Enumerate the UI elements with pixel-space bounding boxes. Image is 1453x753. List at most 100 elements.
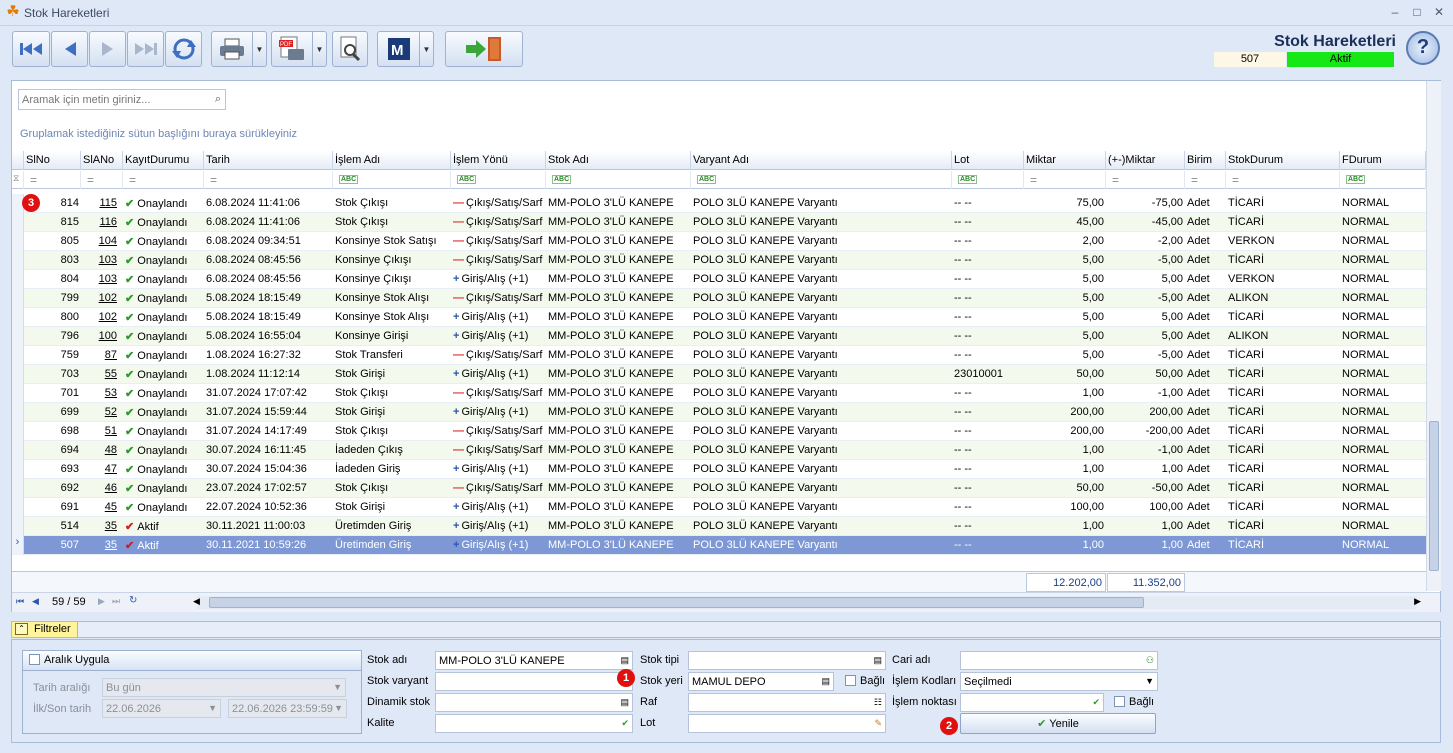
islem-noktasi-input[interactable]: ✔ <box>960 693 1104 712</box>
cell-text[interactable]: 104 <box>99 235 117 247</box>
people-icon[interactable]: ⚇ <box>1146 655 1154 666</box>
islem-kodlari-select[interactable]: Seçilmedi ▼ <box>960 672 1158 691</box>
column-header-miktar[interactable]: Miktar <box>1024 151 1106 170</box>
islem-noktasi-bagli-checkbox[interactable] <box>1114 696 1125 707</box>
cell-text[interactable]: 100 <box>99 330 117 342</box>
table-row[interactable]: 699 52 ✔ Onaylandı 31.07.2024 15:59:44 Stok … <box>12 403 1426 422</box>
cell-slano[interactable]: 52 <box>81 403 123 422</box>
column-header-tarih[interactable]: Tarih <box>204 151 333 170</box>
cari-adi-input[interactable]: ⚇ <box>960 651 1158 670</box>
aralik-uygula-toggle[interactable]: Aralık Uygula <box>23 651 361 671</box>
check-icon[interactable]: ✔ <box>1092 697 1100 708</box>
column-header-i-lem-ad[interactable]: İşlem Adı <box>333 151 451 170</box>
end-date-input[interactable]: 22.06.2026 23:59:59 ▼ <box>228 699 347 718</box>
row-indicator[interactable] <box>12 232 24 251</box>
horizontal-scroll-thumb[interactable] <box>209 597 1144 608</box>
column-header-i-lem-y-n[interactable]: İşlem Yönü <box>451 151 546 170</box>
table-row[interactable]: 694 48 ✔ Onaylandı 30.07.2024 16:11:45 İaded… <box>12 441 1426 460</box>
filter-cell-varyant-ad[interactable]: ABC <box>691 171 952 189</box>
row-indicator[interactable] <box>12 479 24 498</box>
print-dropdown-arrow[interactable]: ▼ <box>253 31 267 67</box>
cell-slano[interactable]: 103 <box>81 251 123 270</box>
cell-text[interactable]: 52 <box>105 406 117 418</box>
column-header-slano[interactable]: SlANo <box>81 151 123 170</box>
cell-text[interactable]: 55 <box>105 368 117 380</box>
search-icon[interactable]: ⌕ <box>215 93 221 106</box>
cell-slano[interactable]: 35 <box>81 517 123 536</box>
m-button[interactable]: M <box>377 31 420 67</box>
minimize-button[interactable]: – <box>1385 3 1405 21</box>
table-row[interactable]: 703 55 ✔ Onaylandı 1.08.2024 11:12:14 Stok G… <box>12 365 1426 384</box>
row-indicator[interactable] <box>12 498 24 517</box>
column-header-kay-tdurumu[interactable]: KayıtDurumu <box>123 151 204 170</box>
cell-slano[interactable]: 104 <box>81 232 123 251</box>
cell-slano[interactable]: 46 <box>81 479 123 498</box>
cell-text[interactable]: 51 <box>105 425 117 437</box>
row-indicator[interactable]: › <box>12 536 24 555</box>
row-indicator[interactable] <box>12 403 24 422</box>
cell-slano[interactable]: 35 <box>81 536 123 555</box>
filter-cell-i-lem-ad[interactable]: ABC <box>333 171 451 189</box>
column-header-lot[interactable]: Lot <box>952 151 1024 170</box>
nav-prev-icon[interactable]: ◀ <box>32 596 39 607</box>
last-record-button[interactable] <box>127 31 164 67</box>
cell-text[interactable]: 35 <box>105 520 117 532</box>
pdf-dropdown-arrow[interactable]: ▼ <box>313 31 327 67</box>
dinamik-stok-input[interactable]: ▤ <box>435 693 633 712</box>
filter-cell-slno[interactable]: = <box>24 171 81 189</box>
table-row[interactable]: 815 116 ✔ Onaylandı 6.08.2024 11:41:06 Stok … <box>12 213 1426 232</box>
cell-slano[interactable]: 87 <box>81 346 123 365</box>
row-indicator[interactable] <box>12 517 24 536</box>
column-header-stok-ad[interactable]: Stok Adı <box>546 151 691 170</box>
cell-slano[interactable]: 116 <box>81 213 123 232</box>
refresh-button[interactable] <box>165 31 202 67</box>
islem-noktasi-bagli-toggle[interactable]: Bağlı <box>1114 696 1154 708</box>
row-indicator[interactable] <box>12 327 24 346</box>
filter-cell-miktar[interactable]: = <box>1106 171 1185 189</box>
vertical-scroll-thumb[interactable] <box>1429 421 1439 571</box>
filter-funnel-icon[interactable]: ⧖ <box>12 171 24 189</box>
scroll-right-icon[interactable]: ▶ <box>1414 596 1421 607</box>
table-row[interactable]: 759 87 ✔ Onaylandı 1.08.2024 16:27:32 Stok T… <box>12 346 1426 365</box>
cell-slano[interactable]: 102 <box>81 289 123 308</box>
row-indicator[interactable] <box>12 308 24 327</box>
cell-text[interactable]: 102 <box>99 311 117 323</box>
cell-slano[interactable]: 45 <box>81 498 123 517</box>
document-search-button[interactable] <box>332 31 368 67</box>
nav-next-icon[interactable]: ▶ <box>98 596 105 607</box>
cell-text[interactable]: 103 <box>99 254 117 266</box>
row-indicator[interactable] <box>12 422 24 441</box>
check-icon[interactable]: ✔ <box>621 718 629 729</box>
lookup-icon[interactable]: ▤ <box>873 655 882 666</box>
eraser-icon[interactable]: ✎ <box>874 718 882 729</box>
cell-slano[interactable]: 48 <box>81 441 123 460</box>
table-row[interactable]: 693 47 ✔ Onaylandı 30.07.2024 15:04:36 İaded… <box>12 460 1426 479</box>
shelf-lookup-icon[interactable]: ☷ <box>874 697 882 708</box>
table-row[interactable]: 804 103 ✔ Onaylandı 6.08.2024 08:45:56 Konsi… <box>12 270 1426 289</box>
nav-first-icon[interactable]: ⏮ <box>16 596 24 607</box>
search-input[interactable]: Aramak için metin giriniz... ⌕ <box>18 89 226 110</box>
nav-refresh-icon[interactable]: ↻ <box>129 595 137 606</box>
filter-cell-tarih[interactable]: = <box>204 171 333 189</box>
cell-text[interactable]: 46 <box>105 482 117 494</box>
column-header-slno[interactable]: SlNo <box>24 151 81 170</box>
lot-input[interactable]: ✎ <box>688 714 886 733</box>
table-row[interactable]: 692 46 ✔ Onaylandı 23.07.2024 17:02:57 Stok … <box>12 479 1426 498</box>
filter-cell-miktar[interactable]: = <box>1024 171 1106 189</box>
next-record-button[interactable] <box>89 31 126 67</box>
lookup-icon[interactable]: ▤ <box>620 697 629 708</box>
cell-slano[interactable]: 51 <box>81 422 123 441</box>
table-row[interactable]: 814 115 ✔ Onaylandı 6.08.2024 11:41:06 Stok … <box>12 194 1426 213</box>
table-row[interactable]: 691 45 ✔ Onaylandı 22.07.2024 10:52:36 Stok … <box>12 498 1426 517</box>
filter-cell-kay-tdurumu[interactable]: = <box>123 171 204 189</box>
raf-input[interactable]: ☷ <box>688 693 886 712</box>
cell-slano[interactable]: 115 <box>81 194 123 213</box>
table-row[interactable]: 805 104 ✔ Onaylandı 6.08.2024 09:34:51 Konsi… <box>12 232 1426 251</box>
kalite-input[interactable]: ✔ <box>435 714 633 733</box>
stok-yeri-input[interactable]: MAMUL DEPO ▤ <box>688 672 834 691</box>
column-header-stokdurum[interactable]: StokDurum <box>1226 151 1340 170</box>
filter-cell-fdurum[interactable]: ABC <box>1340 171 1426 189</box>
column-header-miktar[interactable]: (+-)Miktar <box>1106 151 1185 170</box>
start-date-input[interactable]: 22.06.2026 ▼ <box>102 699 221 718</box>
print-button[interactable] <box>211 31 253 67</box>
